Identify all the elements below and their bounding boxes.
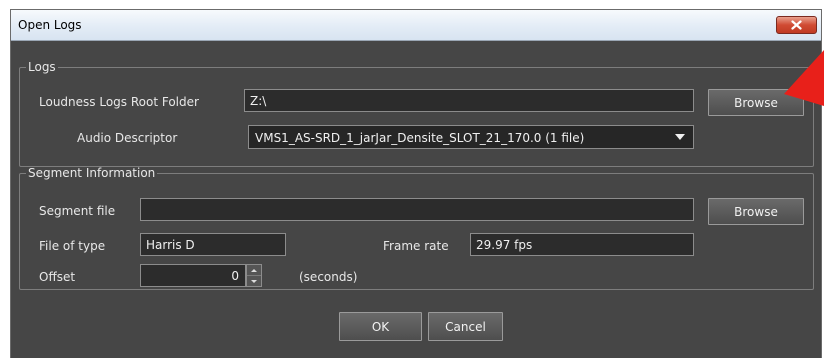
window-title: Open Logs <box>18 18 82 32</box>
segment-group: Segment Information <box>19 166 814 290</box>
file-type-label: File of type <box>39 239 106 253</box>
logs-group: Logs <box>19 60 814 167</box>
cancel-button[interactable]: Cancel <box>428 312 503 341</box>
triangle-down-icon <box>675 134 685 140</box>
file-type-input[interactable]: Harris D <box>140 233 286 256</box>
spin-down-icon[interactable] <box>247 276 261 286</box>
title-bar[interactable]: Open Logs <box>11 10 821 41</box>
close-button[interactable] <box>776 16 817 34</box>
offset-label: Offset <box>39 270 76 284</box>
logs-legend: Logs <box>28 60 56 74</box>
close-x-icon <box>791 20 802 30</box>
audio-descriptor-select[interactable]: VMS1_AS-SRD_1_jarJar_Densite_SLOT_21_170… <box>248 125 694 149</box>
segment-file-label: Segment file <box>39 204 116 218</box>
offset-input[interactable]: 0 <box>140 264 246 287</box>
frame-rate-label: Frame rate <box>383 239 449 253</box>
open-logs-dialog: Open Logs Logs Loudness Logs Root Folder… <box>10 9 822 358</box>
red-arrow-icon <box>784 50 824 106</box>
audio-descriptor-value: VMS1_AS-SRD_1_jarJar_Densite_SLOT_21_170… <box>255 131 585 145</box>
segment-legend: Segment Information <box>28 166 156 180</box>
spin-up-icon[interactable] <box>247 265 261 276</box>
root-folder-input[interactable]: Z:\ <box>244 89 694 112</box>
frame-rate-input[interactable]: 29.97 fps <box>470 233 694 256</box>
segment-file-input[interactable] <box>140 198 694 221</box>
segment-browse-button[interactable]: Browse <box>708 198 804 225</box>
root-folder-label: Loudness Logs Root Folder <box>39 95 199 109</box>
offset-unit: (seconds) <box>299 270 358 284</box>
offset-spinner[interactable] <box>246 264 262 287</box>
audio-descriptor-label: Audio Descriptor <box>77 131 178 145</box>
dialog-content: Logs Loudness Logs Root Folder Z:\ Brows… <box>11 41 821 358</box>
ok-button[interactable]: OK <box>339 312 422 341</box>
